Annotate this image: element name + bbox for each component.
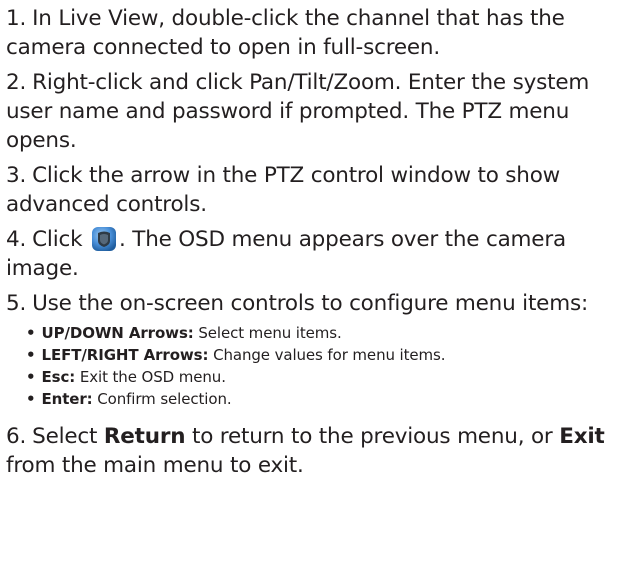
osd-menu-icon — [91, 226, 117, 252]
bullet: • — [26, 390, 36, 408]
control-item-up-down: • UP/DOWN Arrows: Select menu items. — [26, 322, 611, 344]
control-key: Esc: — [41, 368, 76, 386]
step-text: Right-click and click Pan/Tilt/Zoom. Ent… — [6, 70, 590, 153]
control-key: Enter: — [41, 390, 93, 408]
step-text: Use the on-screen controls to configure … — [32, 291, 588, 316]
step-3: 3. Click the arrow in the PTZ control win… — [6, 161, 611, 219]
control-desc: Change values for menu items. — [213, 346, 446, 364]
control-desc: Exit the OSD menu. — [79, 368, 226, 386]
step-text-post: from the main menu to exit. — [6, 453, 304, 478]
step-text-mid: to return to the previous menu, or — [191, 424, 553, 449]
instruction-list: 1. In Live View, double-click the channel… — [6, 4, 611, 486]
control-item-left-right: • LEFT/RIGHT Arrows: Change values for me… — [26, 344, 611, 366]
step-6: 6. Select Return to return to the previou… — [6, 422, 611, 480]
step-5: 5. Use the on-screen controls to configur… — [6, 289, 611, 318]
exit-label: Exit — [559, 424, 605, 449]
step-number: 4. — [6, 227, 27, 252]
step-text: In Live View, double-click the channel t… — [6, 6, 565, 60]
step-1: 1. In Live View, double-click the channel… — [6, 4, 611, 62]
step-text-pre: Select — [32, 424, 98, 449]
controls-list: • UP/DOWN Arrows: Select menu items. • LEF… — [26, 322, 611, 410]
control-desc: Select menu items. — [198, 324, 342, 342]
step-text-pre: Click — [32, 227, 83, 252]
step-number: 1. — [6, 6, 27, 31]
return-label: Return — [103, 424, 186, 449]
step-number: 3. — [6, 163, 27, 188]
bullet: • — [26, 368, 36, 386]
control-key: LEFT/RIGHT Arrows: — [41, 346, 209, 364]
step-number: 2. — [6, 70, 27, 95]
control-key: UP/DOWN Arrows: — [41, 324, 194, 342]
step-text-post: . The OSD menu appears over the camera i… — [6, 227, 566, 281]
bullet: • — [26, 324, 36, 342]
step-number: 6. — [6, 424, 27, 449]
control-item-enter: • Enter: Confirm selection. — [26, 388, 611, 410]
control-desc: Confirm selection. — [97, 390, 232, 408]
step-text: Click the arrow in the PTZ control windo… — [6, 163, 561, 217]
step-4: 4. Click . The OSD menu appears over the … — [6, 225, 611, 283]
step-2: 2. Right-click and click Pan/Tilt/Zoom. E… — [6, 68, 611, 155]
control-item-esc: • Esc: Exit the OSD menu. — [26, 366, 611, 388]
step-number: 5. — [6, 291, 27, 316]
bullet: • — [26, 346, 36, 364]
